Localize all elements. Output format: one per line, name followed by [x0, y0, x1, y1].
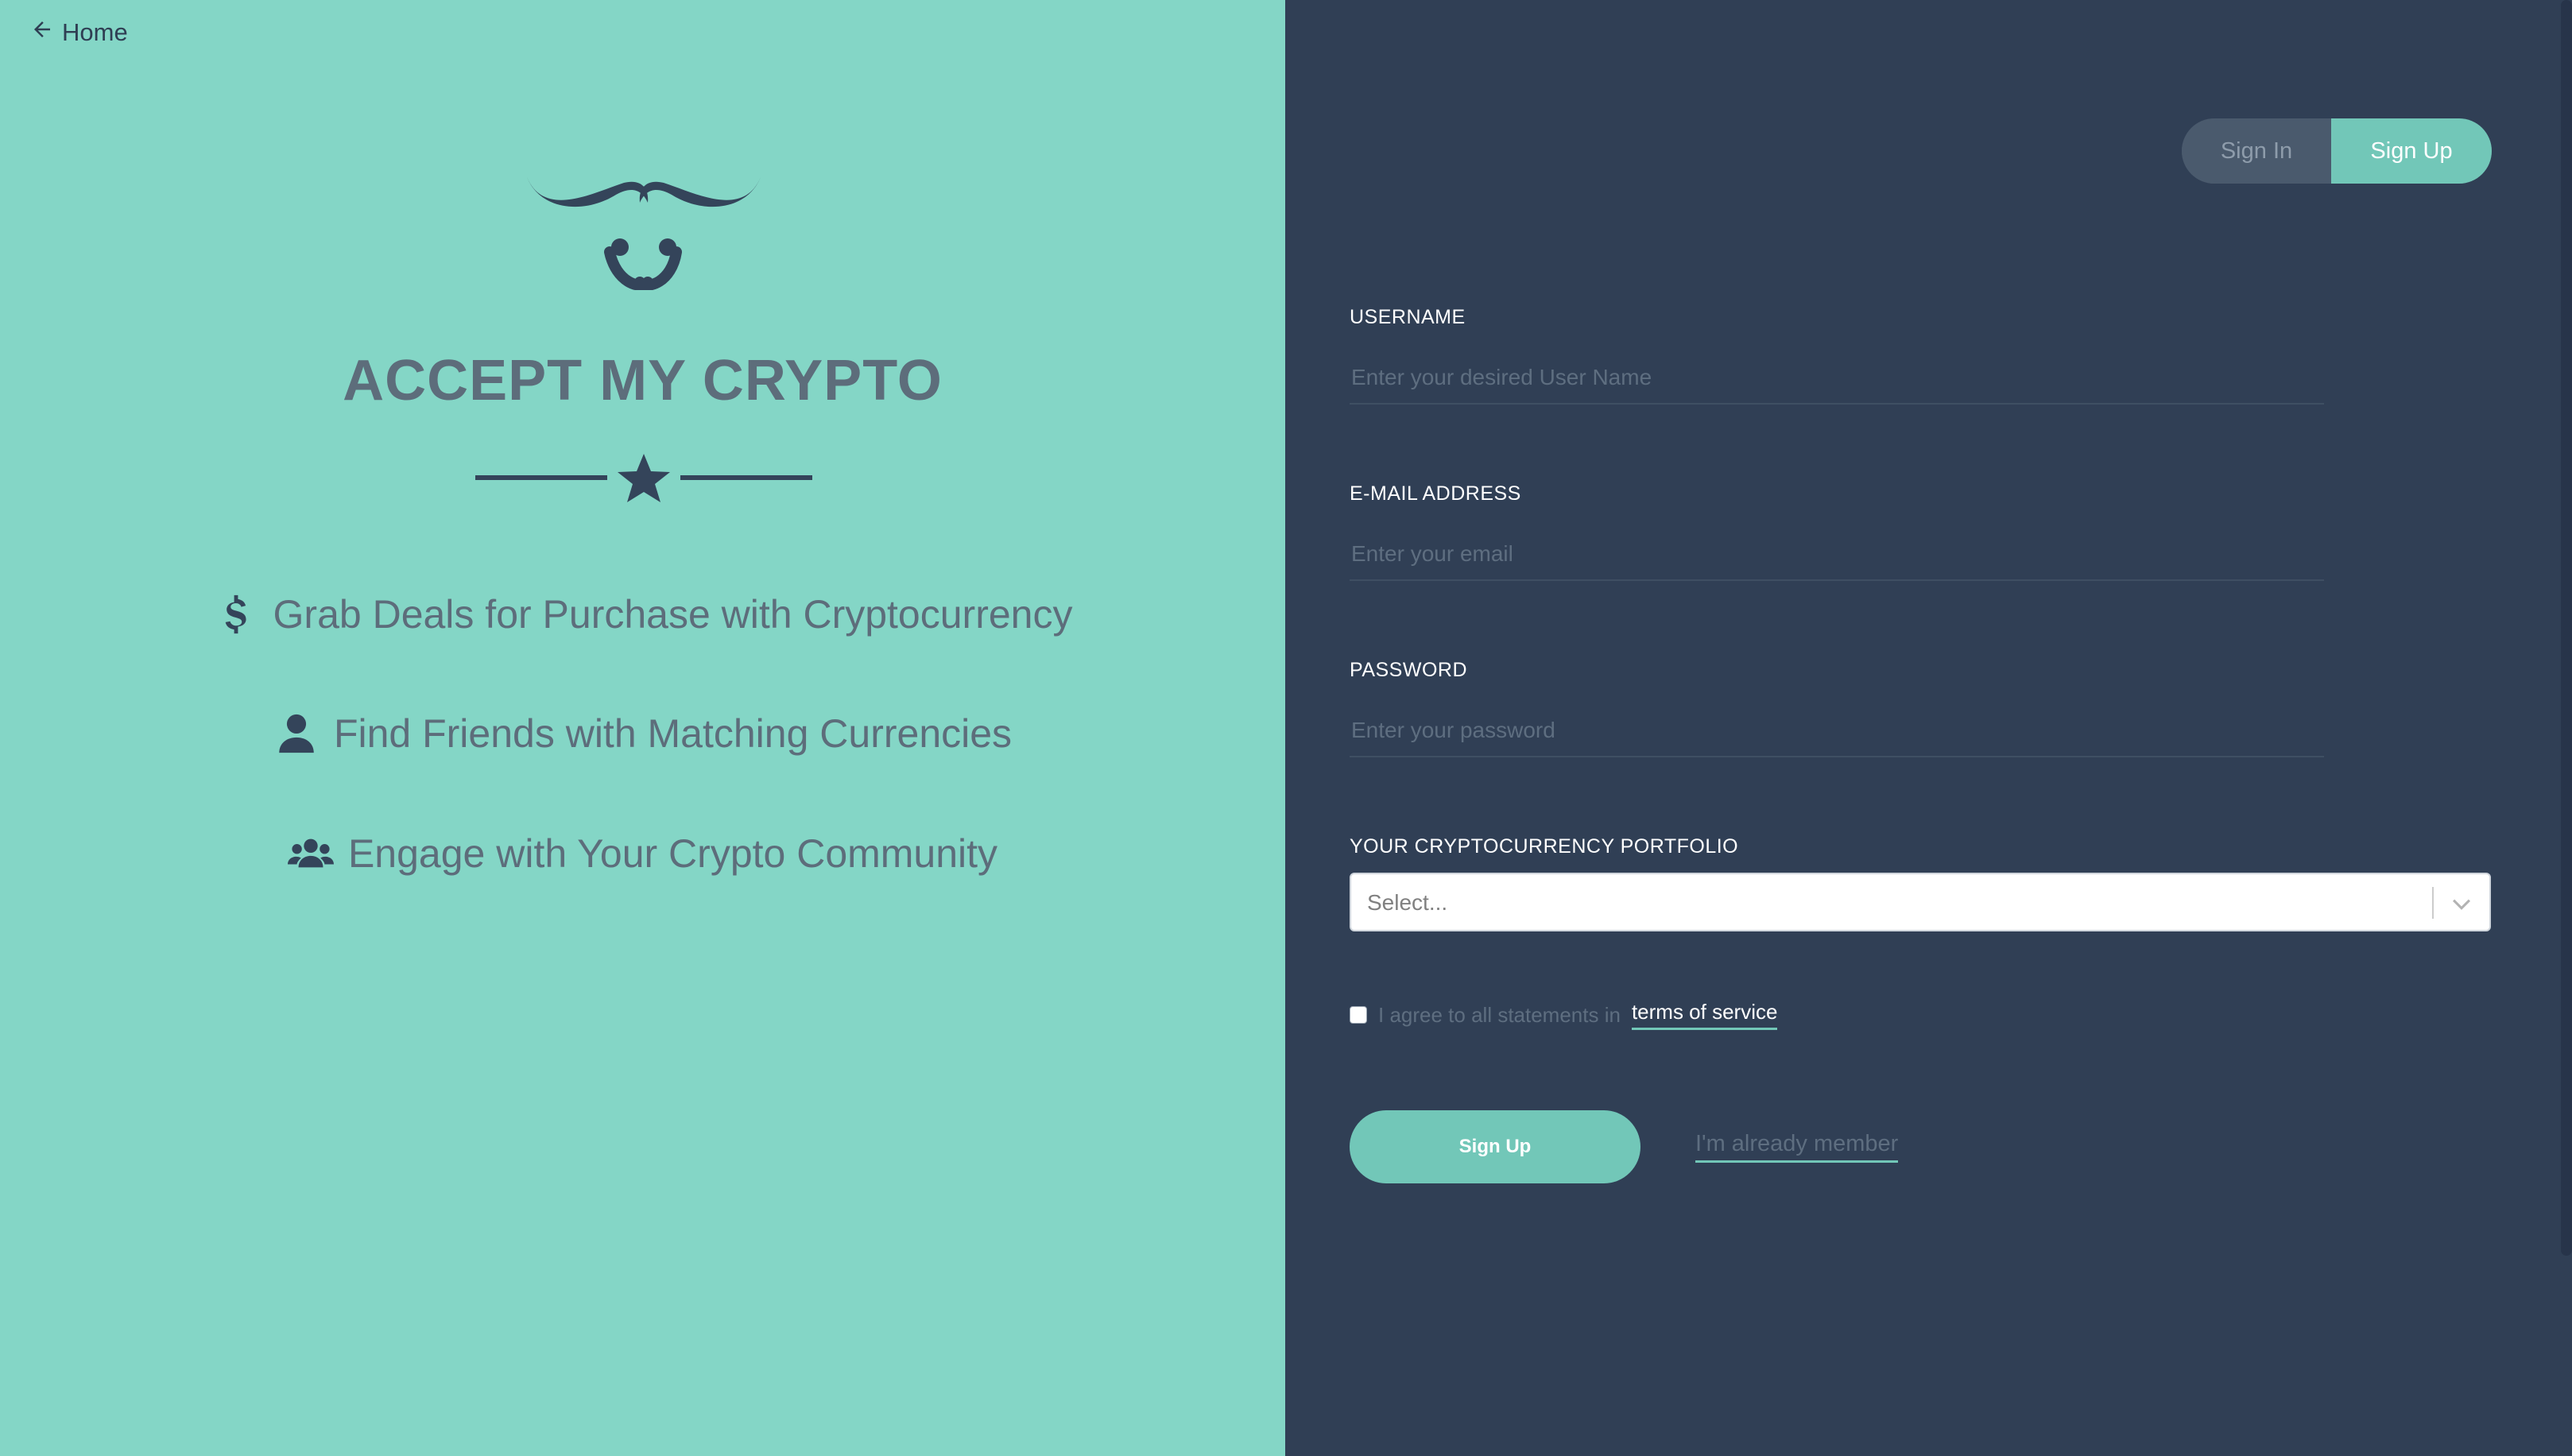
- user-icon: [273, 711, 320, 757]
- feature-text: Grab Deals for Purchase with Cryptocurre…: [273, 592, 1073, 637]
- home-link-label: Home: [62, 18, 128, 46]
- brand-panel: Home ACCEPT MY CRYPTO Grab Deals for Pur…: [0, 0, 1285, 1456]
- feature-friends: Find Friends with Matching Currencies: [0, 711, 1285, 757]
- username-input[interactable]: [1350, 352, 2324, 405]
- feature-text: Find Friends with Matching Currencies: [333, 711, 1013, 756]
- terms-agreement: I agree to all statements in terms of se…: [1350, 1000, 1778, 1030]
- chevron-down-icon[interactable]: [2448, 890, 2475, 917]
- dollar-icon: [213, 591, 259, 637]
- terms-text: I agree to all statements in: [1378, 1002, 1621, 1027]
- home-link[interactable]: Home: [30, 17, 128, 48]
- terms-of-service-link[interactable]: terms of service: [1631, 1000, 1778, 1030]
- auth-tab-switch: Sign In Sign Up: [2182, 118, 2492, 184]
- feature-deals: Grab Deals for Purchase with Cryptocurre…: [0, 591, 1285, 637]
- portfolio-label: YOUR CRYPTOCURRENCY PORTFOLIO: [1350, 835, 1739, 858]
- mustache-logo-icon: [527, 177, 761, 290]
- arrow-left-icon: [30, 17, 54, 48]
- portfolio-select-value: Select...: [1367, 890, 1448, 915]
- tab-sign-up[interactable]: Sign Up: [2331, 118, 2492, 184]
- terms-checkbox[interactable]: [1350, 1006, 1367, 1024]
- feature-text: Engage with Your Crypto Community: [347, 831, 998, 876]
- password-input[interactable]: [1350, 705, 2324, 757]
- sign-up-button[interactable]: Sign Up: [1350, 1110, 1640, 1183]
- select-separator: [2432, 887, 2434, 919]
- scrollbar[interactable]: [2561, 0, 2572, 1256]
- form-panel: Sign In Sign Up USERNAME E-MAIL ADDRESS …: [1285, 0, 2572, 1456]
- star-divider-icon: [475, 454, 812, 502]
- users-icon: [287, 831, 334, 877]
- email-label: E-MAIL ADDRESS: [1350, 482, 1521, 505]
- brand-title: ACCEPT MY CRYPTO: [343, 349, 943, 412]
- feature-community: Engage with Your Crypto Community: [0, 831, 1285, 877]
- signup-page: Home ACCEPT MY CRYPTO Grab Deals for Pur…: [0, 0, 2572, 1456]
- email-input[interactable]: [1350, 529, 2324, 581]
- tab-sign-in[interactable]: Sign In: [2182, 118, 2331, 184]
- portfolio-select[interactable]: Select...: [1350, 873, 2491, 931]
- password-label: PASSWORD: [1350, 659, 1467, 681]
- username-label: USERNAME: [1350, 306, 1466, 328]
- already-member-link[interactable]: I'm already member: [1695, 1131, 1899, 1163]
